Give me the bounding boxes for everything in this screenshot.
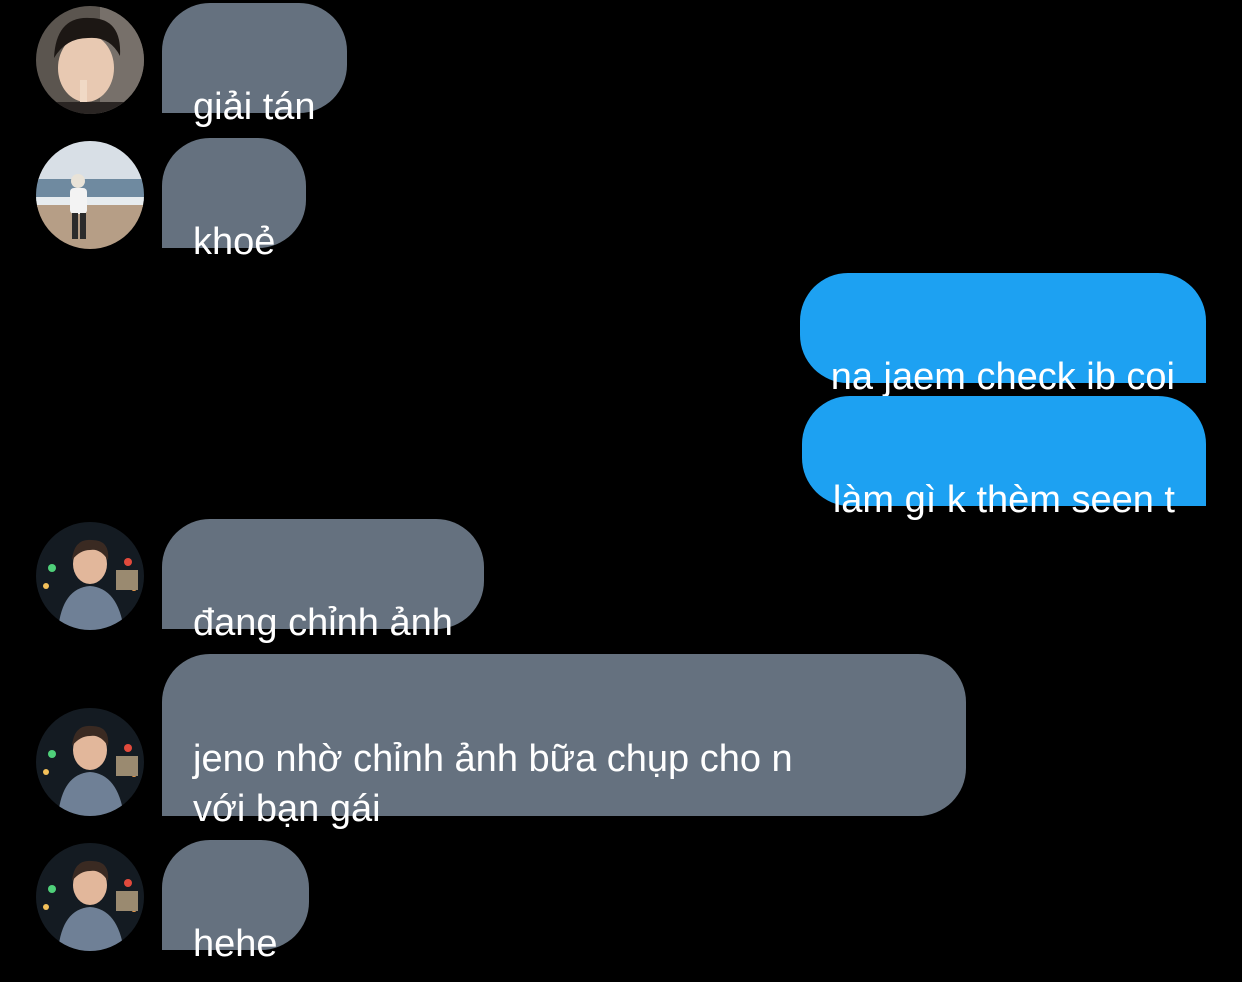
message-bubble-incoming[interactable]: khoẻ	[162, 138, 307, 263]
sender-avatar[interactable]	[36, 843, 144, 951]
message-bubble-incoming[interactable]: jeno nhờ chỉnh ảnh bữa chụp cho n với bạ…	[162, 654, 966, 830]
message-text: đang chỉnh ảnh	[193, 602, 453, 644]
avatar-photo-dark-hair-icon	[36, 6, 144, 114]
sender-avatar[interactable]	[36, 522, 144, 630]
message-text: na jaem check ib coi	[830, 356, 1175, 398]
message-text: làm gì k thèm seen t	[832, 479, 1175, 521]
message-bubble-incoming[interactable]: hehe	[162, 840, 309, 965]
avatar-photo-beach-icon	[36, 141, 144, 249]
avatar-photo-night-city-icon	[36, 843, 144, 951]
message-text: khoẻ	[193, 221, 276, 263]
sender-avatar[interactable]	[36, 141, 144, 249]
message-bubble-outgoing[interactable]: na jaem check ib coi	[799, 273, 1206, 398]
message-bubble-incoming[interactable]: đang chỉnh ảnh	[162, 519, 484, 644]
avatar-photo-night-city-icon	[36, 522, 144, 630]
message-bubble-incoming[interactable]: giải tán	[162, 3, 347, 128]
message-bubble-outgoing[interactable]: làm gì k thèm seen t	[801, 396, 1206, 521]
avatar-photo-night-city-icon	[36, 708, 144, 816]
sender-avatar[interactable]	[36, 708, 144, 816]
message-text: jeno nhờ chỉnh ảnh bữa chụp cho n với bạ…	[193, 738, 793, 830]
message-text: hehe	[193, 923, 278, 965]
sender-avatar[interactable]	[36, 6, 144, 114]
message-text: giải tán	[193, 86, 316, 128]
